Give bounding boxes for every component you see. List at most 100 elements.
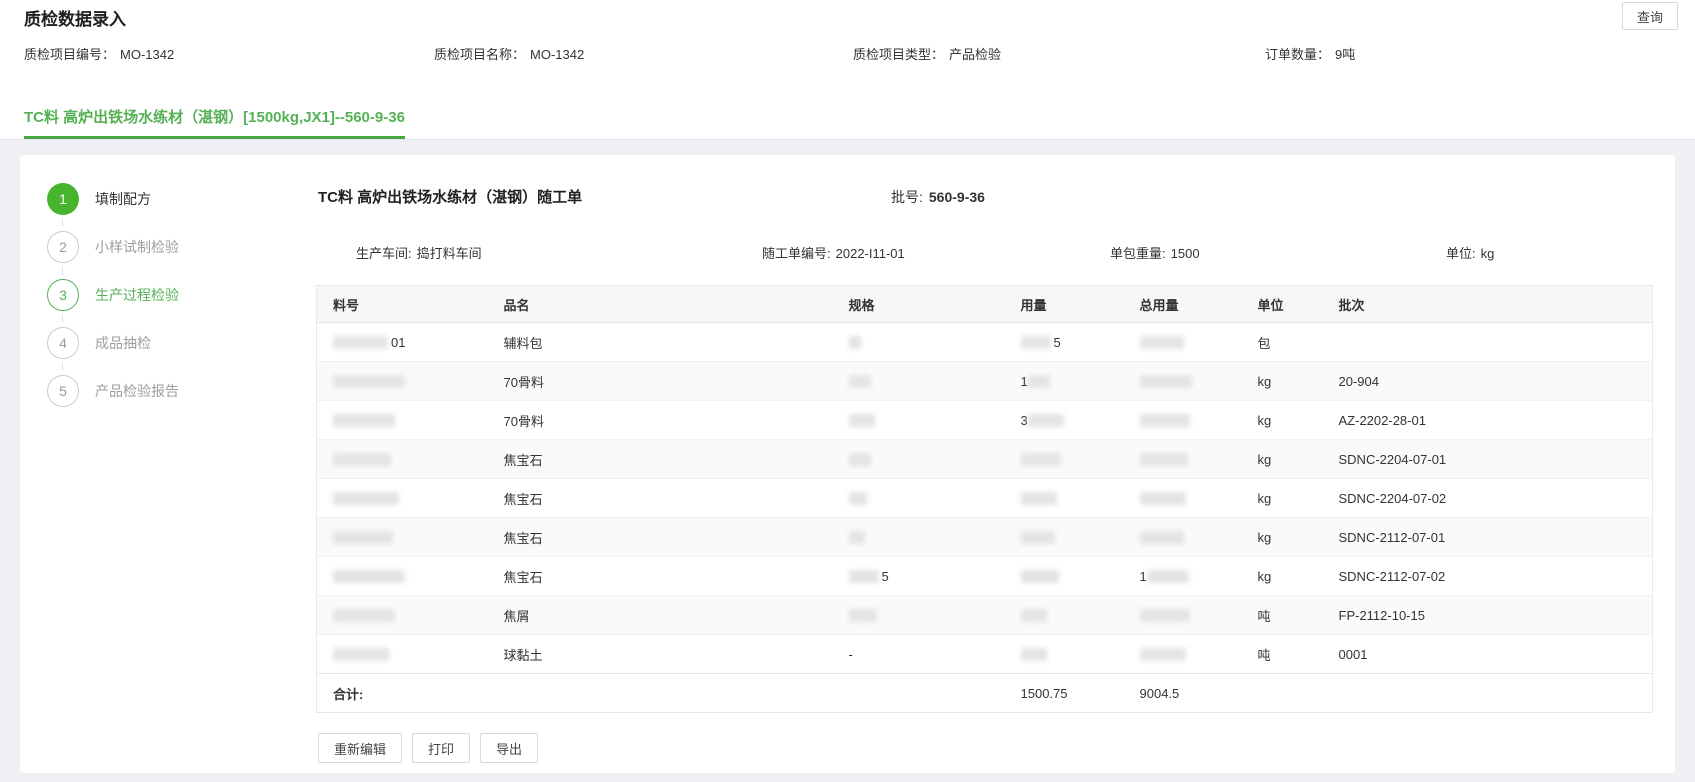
qty-cell [1005,635,1124,674]
step-label: 产品检验报告 [95,381,179,401]
redacted-blob [849,336,861,349]
redacted-blob [1028,414,1064,427]
col-material-no: 料号 [317,286,488,323]
field-label: 单包重量: [1110,246,1166,261]
step-production-process-inspection[interactable]: 3 生产过程检验 [47,279,179,311]
redacted-blob [333,414,395,427]
col-unit: 单位 [1242,286,1323,323]
step-label: 成品抽检 [95,333,151,353]
unit-cell: 吨 [1242,596,1323,635]
product-name-cell: 焦宝石 [488,479,833,518]
total-qty-cell [1124,401,1242,440]
qty-cell [1005,518,1124,557]
top-bar: 质检数据录入 查询 质检项目编号：MO-1342 质检项目名称：MO-1342 … [0,0,1695,140]
totals-row: 合计: 1500.75 9004.5 [317,674,1653,713]
info-label: 订单数量： [1265,47,1330,62]
table-row: 01辅料包5包 [317,323,1653,362]
redacted-blob [1021,453,1061,466]
redacted-blob [1021,648,1047,661]
material-no-cell [317,401,488,440]
redacted-blob [1140,648,1186,661]
step-sample-trial-inspection[interactable]: 2 小样试制检验 [47,231,179,263]
qty-cell [1005,479,1124,518]
info-value: 9吨 [1335,47,1355,62]
total-qty-cell [1124,362,1242,401]
step-finished-product-sampling[interactable]: 4 成品抽检 [47,327,151,359]
step-number-badge: 4 [47,327,79,359]
totals-empty-cell [488,674,833,713]
unit-cell: 吨 [1242,635,1323,674]
step-connector [62,219,63,227]
qty-cell [1005,440,1124,479]
unit-cell: kg [1242,401,1323,440]
product-name-cell: 焦屑 [488,596,833,635]
material-no-cell [317,635,488,674]
total-qty-cell [1124,440,1242,479]
tab-workorder[interactable]: TC料 高炉出铁场水练材（湛钢）[1500kg,JX1]--560-9-36 [24,106,405,139]
redacted-blob [333,375,405,388]
material-no-cell [317,479,488,518]
step-label: 生产过程检验 [95,285,179,305]
material-no-cell [317,518,488,557]
print-button[interactable]: 打印 [412,733,470,763]
spec-cell [833,401,1005,440]
redacted-blob [849,570,879,583]
unit-cell: kg [1242,518,1323,557]
redacted-blob [333,648,389,661]
product-name-cell: 球黏土 [488,635,833,674]
batch-label: 批号: [891,189,923,205]
redacted-blob [1021,531,1055,544]
qty-cell [1005,596,1124,635]
table-row: 70骨料3kgAZ-2202-28-01 [317,401,1653,440]
col-product-name: 品名 [488,286,833,323]
spec-cell [833,518,1005,557]
totals-empty-cell [1323,674,1653,713]
info-project-name: 质检项目名称：MO-1342 [434,44,584,63]
unit-cell: 包 [1242,323,1323,362]
product-name-cell: 70骨料 [488,362,833,401]
product-name-cell: 焦宝石 [488,440,833,479]
field-workorder-number: 随工单编号:2022-I11-01 [762,243,905,262]
material-no-cell [317,557,488,596]
project-info-row: 质检项目编号：MO-1342 质检项目名称：MO-1342 质检项目类型：产品检… [0,44,1695,64]
step-connector [62,363,63,371]
unit-cell: kg [1242,557,1323,596]
step-label: 小样试制检验 [95,237,179,257]
field-value: kg [1481,246,1495,261]
product-name-cell: 焦宝石 [488,557,833,596]
workorder-card: 1 填制配方 2 小样试制检验 3 生产过程检验 4 成品抽检 5 产品检验报告… [20,155,1675,773]
qty-cell [1005,557,1124,596]
query-button[interactable]: 查询 [1622,2,1678,30]
redacted-blob [333,492,399,505]
step-fill-recipe[interactable]: 1 填制配方 [47,183,151,215]
product-name-cell: 焦宝石 [488,518,833,557]
batch-cell: SDNC-2112-07-02 [1323,557,1653,596]
field-value: 2022-I11-01 [836,246,905,261]
qc-data-entry-screen: 质检数据录入 查询 质检项目编号：MO-1342 质检项目名称：MO-1342 … [0,0,1695,782]
spec-cell: - [833,635,1005,674]
step-number-badge: 2 [47,231,79,263]
workorder-title: TC料 高炉出铁场水练材（湛钢）随工单 [318,186,582,207]
export-button[interactable]: 导出 [480,733,538,763]
redacted-blob [1021,336,1051,349]
redacted-blob [1140,414,1190,427]
product-name-cell: 70骨料 [488,401,833,440]
col-qty: 用量 [1005,286,1124,323]
field-package-weight: 单包重量:1500 [1110,243,1200,262]
col-total-qty: 总用量 [1124,286,1242,323]
redacted-blob [849,492,867,505]
total-qty-cell: 1 [1124,557,1242,596]
materials-table-header: 料号 品名 规格 用量 总用量 单位 批次 [317,286,1653,323]
materials-table: 料号 品名 规格 用量 总用量 单位 批次 01辅料包5包70骨料1kg20-9… [316,285,1653,713]
batch-cell: 0001 [1323,635,1653,674]
qty-cell: 1 [1005,362,1124,401]
total-qty-cell [1124,479,1242,518]
qty-cell: 3 [1005,401,1124,440]
step-product-inspection-report[interactable]: 5 产品检验报告 [47,375,179,407]
re-edit-button[interactable]: 重新编辑 [318,733,402,763]
table-row: 焦宝石kgSDNC-2112-07-01 [317,518,1653,557]
table-row: 焦宝石51kgSDNC-2112-07-02 [317,557,1653,596]
redacted-blob [1021,492,1057,505]
redacted-blob [333,570,405,583]
spec-cell [833,440,1005,479]
